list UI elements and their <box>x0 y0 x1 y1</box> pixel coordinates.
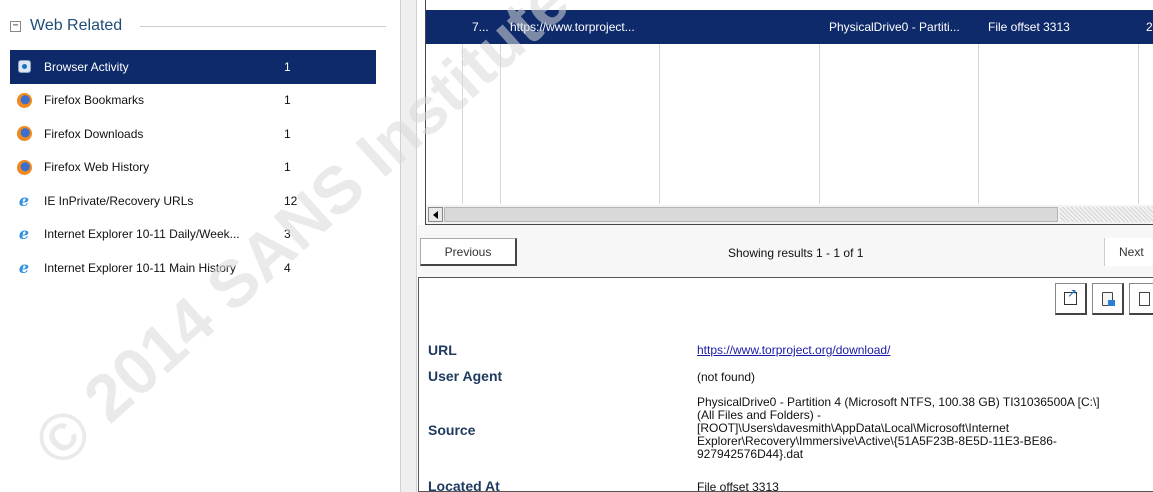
category-count: 1 <box>284 160 291 175</box>
group-divider <box>140 25 386 27</box>
column-divider <box>659 44 660 204</box>
panel-splitter[interactable] <box>400 0 417 492</box>
cell-extra: 2 <box>1146 20 1153 34</box>
popout-icon <box>1064 286 1077 305</box>
property-key: URL <box>428 342 457 358</box>
source-line: 927942576D44}.dat <box>697 447 804 461</box>
previous-button[interactable]: Previous <box>420 238 517 266</box>
property-value: File offset 3313 <box>697 481 779 492</box>
category-count: 1 <box>284 59 291 74</box>
column-divider <box>819 44 820 204</box>
property-value: https://www.torproject.org/download/ <box>697 344 1153 357</box>
scroll-left-icon[interactable] <box>428 207 443 222</box>
category-label: Internet Explorer 10-11 Daily/Week... <box>44 227 240 242</box>
table-row[interactable]: 7... https://www.torproject... PhysicalD… <box>426 10 1153 44</box>
category-label: Firefox Web History <box>44 160 150 175</box>
results-count: Showing results 1 - 1 of 1 <box>728 246 864 260</box>
category-item-ie-daily-weekly[interactable]: e Internet Explorer 10-11 Daily/Week... … <box>10 218 376 252</box>
scrollbar-thumb[interactable] <box>444 207 1058 222</box>
property-key: Source <box>428 422 476 438</box>
category-label: Browser Activity <box>44 59 129 74</box>
cell-location: File offset 3313 <box>988 20 1070 34</box>
category-item-firefox-bookmarks[interactable]: Firefox Bookmarks 1 <box>10 84 376 118</box>
category-label: Firefox Downloads <box>44 126 144 141</box>
firefox-icon <box>16 126 32 142</box>
category-label: IE InPrivate/Recovery URLs <box>44 193 194 208</box>
category-item-firefox-downloads[interactable]: Firefox Downloads 1 <box>10 117 376 151</box>
url-link[interactable]: https://www.torproject.org/download/ <box>697 344 890 357</box>
column-divider <box>500 44 501 204</box>
category-count: 3 <box>284 227 291 242</box>
category-list: Browser Activity 1 Firefox Bookmarks 1 F… <box>10 50 376 285</box>
property-value: (not found) <box>697 371 756 384</box>
category-count: 1 <box>284 93 291 108</box>
property-key: Located At <box>428 478 500 492</box>
artifact-category-panel: − Web Related Browser Activity 1 Firefox… <box>0 0 400 492</box>
copy-icon <box>1139 291 1150 306</box>
firefox-icon <box>16 159 32 175</box>
cell-id: 7... <box>472 20 489 34</box>
horizontal-scrollbar[interactable] <box>426 205 1153 224</box>
category-count: 1 <box>284 126 291 141</box>
category-count: 4 <box>284 260 291 275</box>
scrollbar-track[interactable] <box>1060 207 1153 222</box>
category-label: Firefox Bookmarks <box>44 93 145 108</box>
details-pane: URL https://www.torproject.org/download/… <box>418 277 1153 492</box>
internet-explorer-icon: e <box>18 224 30 244</box>
cell-source: PhysicalDrive0 - Partiti... <box>829 20 960 34</box>
group-header-web-related[interactable]: − Web Related <box>10 14 400 38</box>
property-key: User Agent <box>428 368 503 384</box>
firefox-icon <box>16 92 32 108</box>
collapse-icon[interactable]: − <box>10 20 21 32</box>
popout-button[interactable] <box>1055 283 1087 315</box>
column-divider <box>462 44 463 204</box>
export-button[interactable] <box>1092 283 1124 315</box>
category-item-firefox-web-history[interactable]: Firefox Web History 1 <box>10 151 376 185</box>
category-item-browser-activity[interactable]: Browser Activity 1 <box>10 50 376 84</box>
column-divider <box>978 44 979 204</box>
next-button[interactable]: Next <box>1104 238 1153 266</box>
copy-button[interactable] <box>1129 283 1153 315</box>
results-grid: 7... https://www.torproject... PhysicalD… <box>425 0 1153 225</box>
category-count: 12 <box>284 193 298 208</box>
group-title: Web Related <box>30 17 123 34</box>
property-value: PhysicalDrive0 - Partition 4 (Microsoft … <box>697 396 1153 461</box>
internet-explorer-icon: e <box>18 257 30 277</box>
export-icon <box>1102 291 1115 306</box>
internet-explorer-icon: e <box>18 190 30 210</box>
category-item-ie-main-history[interactable]: e Internet Explorer 10-11 Main History 4 <box>10 251 376 285</box>
pager-bar: Previous Showing results 1 - 1 of 1 Next <box>418 225 1153 277</box>
column-divider <box>1138 44 1139 204</box>
cell-url: https://www.torproject... <box>510 20 635 34</box>
browser-activity-icon <box>16 59 32 75</box>
category-item-ie-inprivate-recovery[interactable]: e IE InPrivate/Recovery URLs 12 <box>10 184 376 218</box>
category-label: Internet Explorer 10-11 Main History <box>44 260 236 275</box>
